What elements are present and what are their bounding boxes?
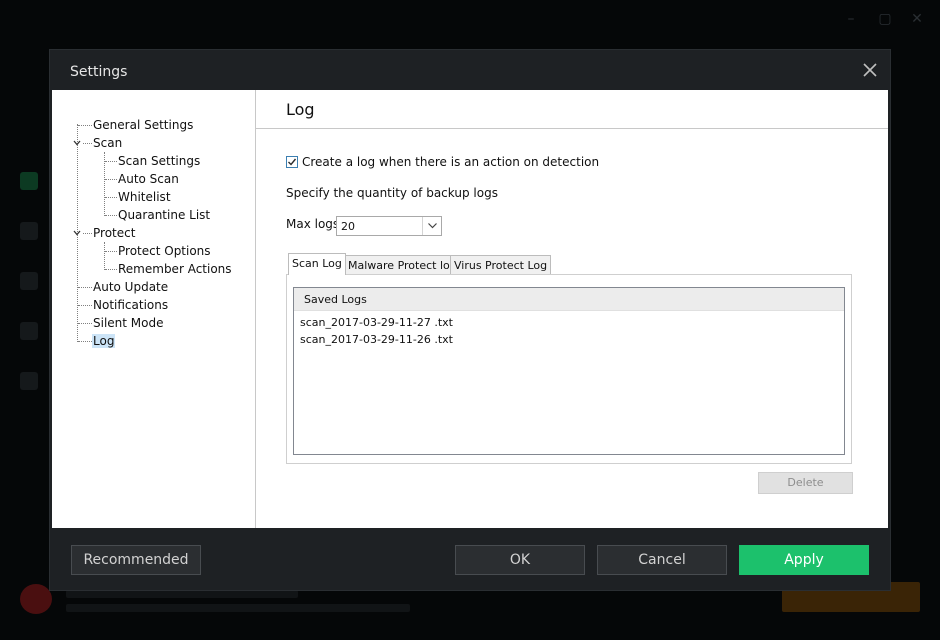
background-text-line — [66, 604, 410, 612]
section-title: Log — [286, 100, 315, 119]
max-logs-select[interactable]: 20 — [336, 216, 442, 236]
max-logs-label: Max logs — [286, 217, 340, 231]
tree-item-log[interactable]: Log — [92, 333, 116, 349]
tree-item-auto-update[interactable]: Auto Update — [93, 279, 168, 295]
tree-item-label: Whitelist — [118, 190, 171, 204]
close-icon — [863, 63, 877, 77]
tree-item-protect[interactable]: Protect — [93, 225, 135, 241]
tree-item-label: Log — [92, 334, 116, 348]
log-settings-panel: Log Create a log when there is an action… — [256, 90, 888, 528]
background-close-icon: ✕ — [911, 11, 923, 27]
tree-item-label: General Settings — [93, 118, 194, 132]
tree-item-label: Notifications — [93, 298, 169, 312]
tree-line — [78, 341, 92, 342]
background-menu-icon — [20, 372, 38, 390]
tree-line — [105, 161, 117, 162]
checkmark-icon — [288, 158, 297, 166]
background-alert-icon — [20, 584, 52, 614]
tab-virus-protect-log[interactable]: Virus Protect Log — [450, 255, 552, 275]
section-divider — [256, 128, 888, 129]
tab-scan-log[interactable]: Scan Log — [288, 253, 346, 275]
tree-line — [83, 143, 92, 144]
tree-item-label: Auto Update — [93, 280, 169, 294]
saved-logs-list[interactable]: Saved Logs scan_2017-03-29-11-27 .txt sc… — [293, 287, 845, 455]
list-item[interactable]: scan_2017-03-29-11-27 .txt — [300, 316, 453, 329]
background-settings-icon — [20, 322, 38, 340]
recommended-button[interactable]: Recommended — [71, 545, 201, 575]
background-text-line — [66, 590, 298, 598]
tree-item-label: Scan Settings — [118, 154, 201, 168]
tree-line — [105, 215, 117, 216]
tree-item-label: Quarantine List — [118, 208, 211, 222]
tree-item-remember-actions[interactable]: Remember Actions — [118, 261, 232, 277]
cancel-button[interactable]: Cancel — [597, 545, 727, 575]
dialog-header: Settings — [50, 50, 890, 90]
tree-line — [105, 197, 117, 198]
create-log-checkbox[interactable] — [286, 156, 298, 168]
background-maximize-icon: ▢ — [878, 11, 892, 27]
tree-item-silent-mode[interactable]: Silent Mode — [93, 315, 164, 331]
tree-line — [78, 305, 92, 306]
scan-collapse-chevron-icon[interactable] — [72, 138, 82, 148]
dialog-content: General Settings Scan Scan Settings Auto… — [52, 90, 888, 528]
background-search-icon — [20, 222, 38, 240]
tree-line — [105, 269, 117, 270]
protect-collapse-chevron-icon[interactable] — [72, 228, 82, 238]
ok-button[interactable]: OK — [455, 545, 585, 575]
tree-item-label: Protect — [93, 226, 136, 240]
settings-dialog: Settings General Settings Scan Scan Sett… — [50, 50, 890, 590]
tree-line — [78, 323, 92, 324]
tree-item-notifications[interactable]: Notifications — [93, 297, 168, 313]
background-minimize-icon: – — [847, 11, 855, 27]
list-item[interactable]: scan_2017-03-29-11-26 .txt — [300, 333, 453, 346]
settings-tree: General Settings Scan Scan Settings Auto… — [52, 90, 256, 528]
close-button[interactable] — [860, 60, 880, 80]
tree-item-auto-scan[interactable]: Auto Scan — [118, 171, 179, 187]
scan-log-tab-panel: Saved Logs scan_2017-03-29-11-27 .txt sc… — [286, 274, 852, 464]
delete-button[interactable]: Delete — [758, 472, 853, 494]
tree-line — [83, 233, 92, 234]
dialog-title: Settings — [70, 64, 128, 80]
tree-line — [104, 242, 105, 270]
apply-button[interactable]: Apply — [739, 545, 869, 575]
tree-item-scan[interactable]: Scan — [93, 135, 122, 151]
tree-item-general-settings[interactable]: General Settings — [93, 117, 193, 133]
chevron-down-icon — [428, 223, 437, 229]
tab-label: Virus Protect Log — [454, 259, 548, 272]
tree-item-label: Scan — [93, 136, 123, 150]
tree-line — [105, 251, 117, 252]
create-log-label[interactable]: Create a log when there is an action on … — [302, 155, 599, 169]
tab-malware-protect-log[interactable]: Malware Protect log — [344, 255, 461, 275]
tree-item-scan-settings[interactable]: Scan Settings — [118, 153, 200, 169]
tree-item-whitelist[interactable]: Whitelist — [118, 189, 171, 205]
background-tool-icon — [20, 272, 38, 290]
tab-label: Malware Protect log — [348, 259, 457, 272]
tree-item-quarantine-list[interactable]: Quarantine List — [118, 207, 210, 223]
saved-logs-header: Saved Logs — [294, 288, 844, 311]
max-logs-value: 20 — [341, 220, 355, 233]
tree-line — [105, 179, 117, 180]
backup-logs-label: Specify the quantity of backup logs — [286, 186, 498, 200]
tree-line — [78, 125, 92, 126]
tab-label: Scan Log — [292, 257, 342, 270]
tree-line — [78, 287, 92, 288]
background-shield-icon — [20, 172, 38, 190]
tree-item-label: Protect Options — [118, 244, 211, 258]
tree-item-label: Remember Actions — [118, 262, 232, 276]
tree-item-protect-options[interactable]: Protect Options — [118, 243, 211, 259]
tree-item-label: Silent Mode — [93, 316, 164, 330]
saved-logs-header-label: Saved Logs — [304, 293, 367, 306]
tree-item-label: Auto Scan — [118, 172, 179, 186]
dropdown-arrow[interactable] — [422, 217, 441, 235]
